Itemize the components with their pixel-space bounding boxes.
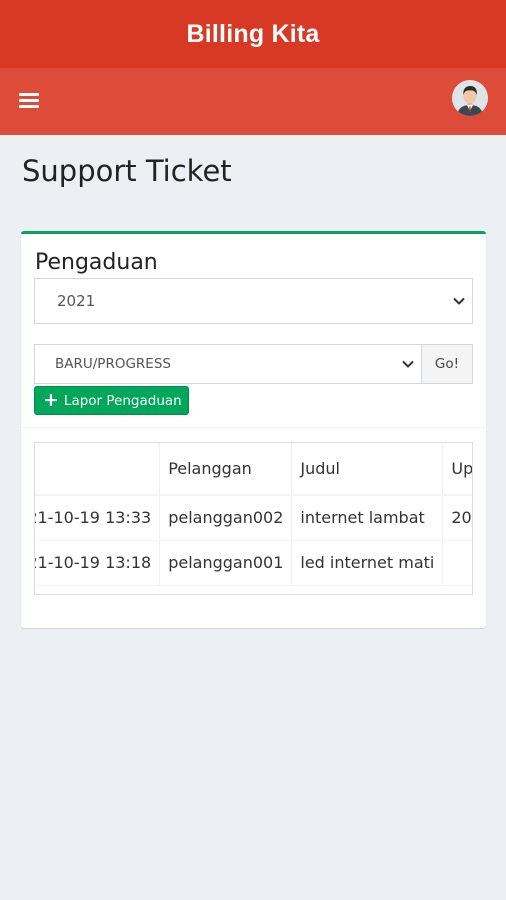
navbar [0,68,506,135]
complaint-panel: Pengaduan 2021 BARU/PROGRESS Go! + Lapor… [21,231,486,628]
report-complaint-label: Lapor Pengaduan [63,392,182,409]
table-header-row: Pelanggan Judul Update [35,443,472,496]
app-title: Billing Kita [186,19,320,48]
go-button[interactable]: Go! [421,344,473,384]
column-header-judul: Judul [291,443,444,496]
table-cell-customer: pelanggan001 [159,540,293,586]
table-cell-title: led internet mati [291,540,444,586]
year-select-value: 2021 [57,292,96,310]
status-select[interactable]: BARU/PROGRESS [34,344,422,384]
table-cell-customer: pelanggan002 [159,495,293,541]
year-select[interactable]: 2021 [34,278,473,324]
table-row[interactable]: 2021-10-19 13:18 pelanggan001 led intern… [35,540,472,586]
table-cell-date: 2021-10-19 13:33 [35,495,161,541]
table-cell-update [442,540,472,586]
status-select-value: BARU/PROGRESS [55,356,171,372]
table-row[interactable]: 2021-10-19 13:33 pelanggan002 internet l… [35,495,472,541]
chevron-down-icon [453,297,465,305]
chevron-down-icon [402,360,414,368]
column-header-pelanggan: Pelanggan [159,443,293,496]
hamburger-menu-icon[interactable] [19,93,39,110]
column-header [35,443,161,496]
column-header-update: Update [442,443,472,496]
page-title: Support Ticket [22,154,232,188]
report-complaint-button[interactable]: + Lapor Pengaduan [34,386,189,415]
user-avatar[interactable] [452,80,488,116]
plus-icon: + [43,389,59,411]
ticket-table: Pelanggan Judul Update 2021-10-19 13:33 … [35,443,472,586]
table-cell-update: 2021-10-19 [442,495,472,541]
app-title-bar: Billing Kita [0,0,506,68]
avatar-icon [452,80,488,116]
ticket-table-scroll[interactable]: Pelanggan Judul Update 2021-10-19 13:33 … [34,442,473,595]
table-cell-title: internet lambat [291,495,444,541]
table-cell-date: 2021-10-19 13:18 [35,540,161,586]
divider [21,427,486,428]
panel-title: Pengaduan [35,250,158,275]
